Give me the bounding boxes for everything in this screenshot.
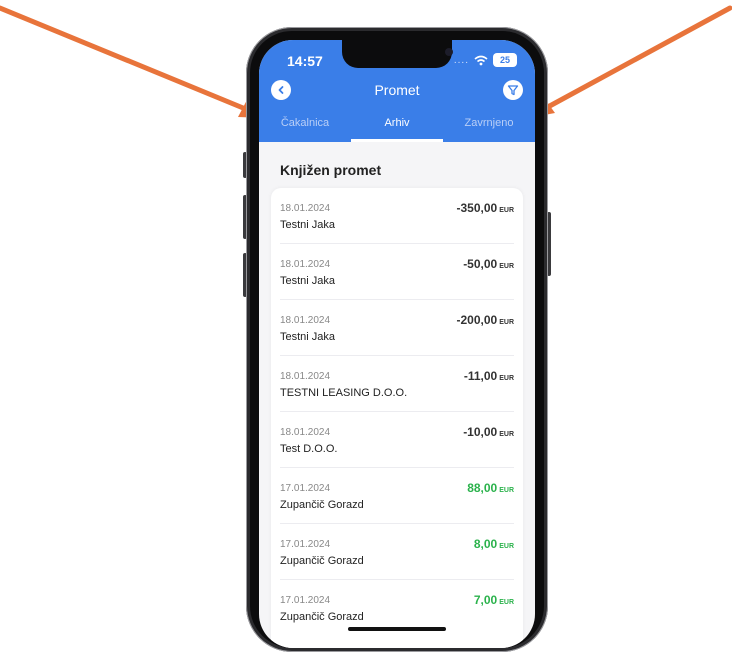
phone-screen: 14:57 .... 25 Promet Čakalnica Arhiv Zav… [259, 40, 535, 648]
transaction-date: 18.01.2024 [280, 315, 331, 326]
tab-bar: Čakalnica Arhiv Zavrnjeno [259, 112, 535, 142]
transaction-name: Testni Jaka [280, 219, 336, 231]
battery-icon: 25 [493, 53, 517, 67]
transaction-name: Testni Jaka [280, 275, 336, 287]
section-title: Knjižen promet [280, 162, 382, 178]
amount-currency: EUR [499, 487, 514, 494]
transaction-name: Zupančič Gorazd [280, 611, 364, 623]
notch [342, 40, 453, 68]
transaction-list: 18.01.2024 Testni Jaka -350,00 EUR 18.01.… [271, 188, 523, 648]
amount-currency: EUR [499, 207, 514, 214]
transaction-amount: -50,00 EUR [463, 257, 514, 271]
transaction-date: 18.01.2024 [280, 259, 331, 270]
amount-value: 8,00 [473, 537, 498, 551]
transaction-row[interactable]: 18.01.2024 Test D.O.O. -10,00 EUR [280, 412, 514, 468]
amount-value: -11,00 [463, 369, 498, 383]
transaction-date: 17.01.2024 [280, 539, 331, 550]
transaction-row[interactable]: 18.01.2024 Testni Jaka -200,00 EUR [280, 300, 514, 356]
amount-currency: EUR [499, 319, 514, 326]
amount-value: 88,00 [467, 481, 498, 495]
filter-button[interactable] [503, 80, 523, 100]
tab-arhiv[interactable]: Arhiv [351, 112, 443, 142]
transaction-amount: -350,00 EUR [457, 201, 514, 215]
home-indicator[interactable] [348, 627, 446, 631]
amount-currency: EUR [499, 263, 514, 270]
wifi-icon [474, 55, 488, 65]
transaction-row[interactable]: 18.01.2024 TESTNI LEASING D.O.O. -11,00 E… [280, 356, 514, 412]
amount-value: -50,00 [463, 257, 498, 271]
transaction-amount: -10,00 EUR [463, 425, 514, 439]
nav-bar: Promet [259, 78, 535, 104]
amount-value: 7,00 [473, 593, 498, 607]
transaction-name: Zupančič Gorazd [280, 555, 364, 567]
amount-value: -350,00 [456, 201, 498, 215]
transaction-row[interactable]: 18.01.2024 Testni Jaka -350,00 EUR [280, 188, 514, 244]
transaction-date: 18.01.2024 [280, 203, 331, 214]
tab-zavrnjeno[interactable]: Zavrnjeno [443, 112, 535, 142]
transaction-amount: -200,00 EUR [457, 313, 514, 327]
signal-dots: .... [453, 54, 469, 66]
tab-cakalnica[interactable]: Čakalnica [259, 112, 351, 142]
transaction-row[interactable]: 18.01.2024 Testni Jaka -50,00 EUR [280, 244, 514, 300]
page-title: Promet [374, 82, 420, 98]
amount-currency: EUR [499, 375, 514, 382]
transaction-row[interactable]: 17.01.2024 Zupančič Gorazd 8,00 EUR [280, 524, 514, 580]
app-header: 14:57 .... 25 Promet Čakalnica Arhiv Zav… [259, 40, 535, 142]
amount-currency: EUR [499, 543, 514, 550]
camera-icon [445, 48, 453, 56]
transaction-name: Test D.O.O. [280, 443, 338, 455]
transaction-name: Zupančič Gorazd [280, 499, 364, 511]
transaction-date: 17.01.2024 [280, 595, 331, 606]
transaction-row[interactable]: 17.01.2024 Zupančič Gorazd 88,00 EUR [280, 468, 514, 524]
transaction-amount: 88,00 EUR [467, 481, 514, 495]
transaction-date: 17.01.2024 [280, 483, 331, 494]
status-icons: .... 25 [454, 52, 517, 68]
transaction-name: Testni Jaka [280, 331, 336, 343]
transaction-name: TESTNI LEASING D.O.O. [280, 387, 408, 399]
filter-icon [507, 85, 519, 96]
amount-currency: EUR [499, 431, 514, 438]
transaction-amount: -11,00 EUR [464, 369, 514, 383]
transaction-amount: 8,00 EUR [474, 537, 514, 551]
amount-value: -10,00 [463, 425, 498, 439]
transaction-date: 18.01.2024 [280, 371, 331, 382]
transaction-date: 18.01.2024 [280, 427, 331, 438]
amount-value: -200,00 [456, 313, 498, 327]
transaction-amount: 7,00 EUR [474, 593, 514, 607]
status-time: 14:57 [287, 53, 323, 69]
amount-currency: EUR [499, 599, 514, 606]
